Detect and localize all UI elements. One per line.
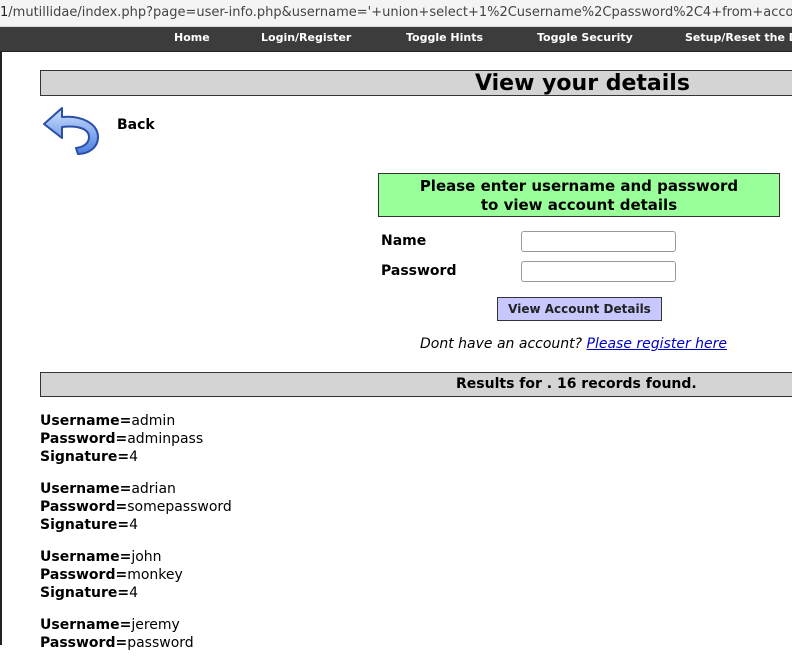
page-title-bar: View your details bbox=[40, 70, 792, 96]
password-value: password bbox=[127, 635, 194, 651]
back-link[interactable]: Back bbox=[117, 117, 155, 133]
username-value: jeremy bbox=[131, 617, 180, 633]
signature-key: Signature= bbox=[40, 449, 130, 465]
register-prompt: Dont have an account? bbox=[420, 336, 583, 352]
view-account-details-button[interactable]: View Account Details bbox=[497, 297, 662, 321]
nav-setup-reset-db[interactable]: Setup/Reset the DB bbox=[685, 27, 792, 48]
nav-toggle-hints[interactable]: Toggle Hints bbox=[406, 27, 483, 48]
username-value: adrian bbox=[131, 481, 176, 497]
username-key: Username= bbox=[40, 413, 132, 429]
password-value: somepassword bbox=[127, 499, 232, 515]
register-link[interactable]: Please register here bbox=[587, 336, 728, 352]
password-key: Password= bbox=[40, 499, 128, 515]
record-item: Username=adrian Password=somepassword Si… bbox=[40, 480, 740, 534]
password-input[interactable] bbox=[521, 261, 676, 282]
record-item: Username=john Password=monkey Signature=… bbox=[40, 548, 740, 602]
name-input[interactable] bbox=[521, 231, 676, 252]
results-header: Results for . 16 records found. bbox=[456, 376, 697, 392]
signature-key: Signature= bbox=[40, 517, 130, 533]
username-key: Username= bbox=[40, 549, 132, 565]
nav-toggle-security[interactable]: Toggle Security bbox=[537, 27, 633, 48]
password-value: adminpass bbox=[127, 431, 204, 447]
username-value: admin bbox=[131, 413, 176, 429]
password-label: Password bbox=[381, 263, 457, 279]
password-key: Password= bbox=[40, 635, 128, 651]
results-header-bar: Results for . 16 records found. bbox=[40, 372, 792, 397]
signature-value: 4 bbox=[129, 585, 139, 601]
address-bar[interactable]: 1/mutillidae/index.php?page=user-info.ph… bbox=[0, 0, 792, 27]
username-key: Username= bbox=[40, 617, 132, 633]
back-arrow-icon[interactable] bbox=[42, 104, 102, 156]
prompt-line-2: to view account details bbox=[480, 196, 678, 214]
password-key: Password= bbox=[40, 567, 128, 583]
signature-key: Signature= bbox=[40, 585, 130, 601]
prompt-line-1: Please enter username and password bbox=[419, 177, 739, 195]
nav-home[interactable]: Home bbox=[174, 27, 210, 48]
name-label: Name bbox=[381, 233, 427, 249]
record-item: Username=admin Password=adminpass Signat… bbox=[40, 412, 740, 466]
nav-login-register[interactable]: Login/Register bbox=[261, 27, 351, 48]
signature-value: 4 bbox=[129, 517, 139, 533]
signature-value: 4 bbox=[129, 449, 139, 465]
password-key: Password= bbox=[40, 431, 128, 447]
top-nav: Home Login/Register Toggle Hints Toggle … bbox=[0, 27, 792, 52]
username-key: Username= bbox=[40, 481, 132, 497]
register-line: Dont have an account? Please register he… bbox=[420, 336, 727, 352]
records-list: Username=admin Password=adminpass Signat… bbox=[40, 412, 740, 666]
login-prompt: Please enter username and password to vi… bbox=[378, 173, 780, 217]
page-title: View your details bbox=[475, 71, 690, 96]
username-value: john bbox=[131, 549, 162, 565]
record-item: Username=jeremy Password=password bbox=[40, 616, 740, 652]
password-value: monkey bbox=[127, 567, 183, 583]
url-path: /mutillidae/index.php?page=user-info.php… bbox=[8, 5, 792, 20]
